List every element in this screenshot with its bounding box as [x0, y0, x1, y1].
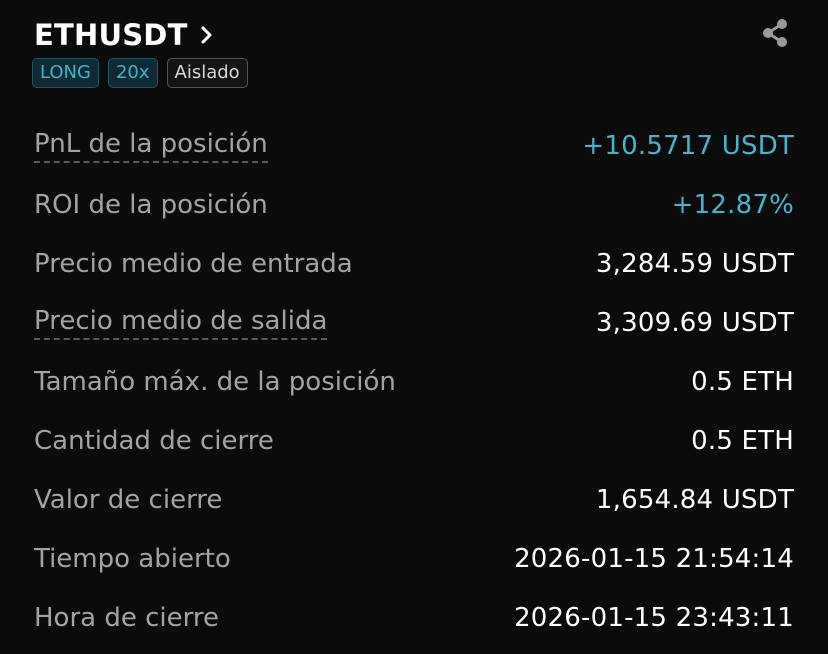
roi-value: +12.87% [671, 189, 794, 220]
detail-row-exit-price: Precio medio de salida 3,309.69 USDT [34, 293, 794, 352]
detail-row-open-time: Tiempo abierto 2026-01-15 21:54:14 [34, 529, 794, 588]
roi-label: ROI de la posición [34, 189, 268, 220]
position-detail-page: ETHUSDT LONG 20x Aislado PnL de la posic… [0, 0, 828, 654]
detail-row-entry-price: Precio medio de entrada 3,284.59 USDT [34, 234, 794, 293]
margin-mode-badge: Aislado [166, 58, 248, 88]
detail-row-close-value: Valor de cierre 1,654.84 USDT [34, 470, 794, 529]
close-amount-label: Cantidad de cierre [34, 425, 274, 456]
close-value-value: 1,654.84 USDT [595, 484, 794, 515]
symbol-title[interactable]: ETHUSDT [34, 18, 188, 52]
symbol-header[interactable]: ETHUSDT [34, 14, 214, 56]
open-time-label: Tiempo abierto [34, 543, 231, 574]
detail-row-close-amount: Cantidad de cierre 0.5 ETH [34, 411, 794, 470]
close-amount-value: 0.5 ETH [691, 425, 794, 456]
position-tags: LONG 20x Aislado [32, 58, 248, 88]
pnl-value: +10.5717 USDT [582, 130, 794, 161]
close-time-label: Hora de cierre [34, 602, 219, 633]
pnl-label[interactable]: PnL de la posición [34, 129, 268, 163]
entry-price-value: 3,284.59 USDT [595, 248, 794, 279]
side-badge: LONG [32, 58, 99, 88]
detail-row-close-time: Hora de cierre 2026-01-15 23:43:11 [34, 588, 794, 647]
leverage-badge: 20x [107, 58, 158, 88]
exit-price-label[interactable]: Precio medio de salida [34, 306, 328, 340]
max-size-value: 0.5 ETH [691, 366, 794, 397]
position-details-list: PnL de la posición +10.5717 USDT ROI de … [34, 116, 794, 647]
max-size-label: Tamaño máx. de la posición [34, 366, 396, 397]
detail-row-pnl: PnL de la posición +10.5717 USDT [34, 116, 794, 175]
detail-row-max-size: Tamaño máx. de la posición 0.5 ETH [34, 352, 794, 411]
share-icon[interactable] [760, 18, 790, 48]
close-value-label: Valor de cierre [34, 484, 223, 515]
close-time-value: 2026-01-15 23:43:11 [514, 602, 794, 633]
detail-row-roi: ROI de la posición +12.87% [34, 175, 794, 234]
entry-price-label: Precio medio de entrada [34, 248, 353, 279]
open-time-value: 2026-01-15 21:54:14 [514, 543, 794, 574]
chevron-right-icon[interactable] [200, 26, 214, 44]
exit-price-value: 3,309.69 USDT [595, 307, 794, 338]
